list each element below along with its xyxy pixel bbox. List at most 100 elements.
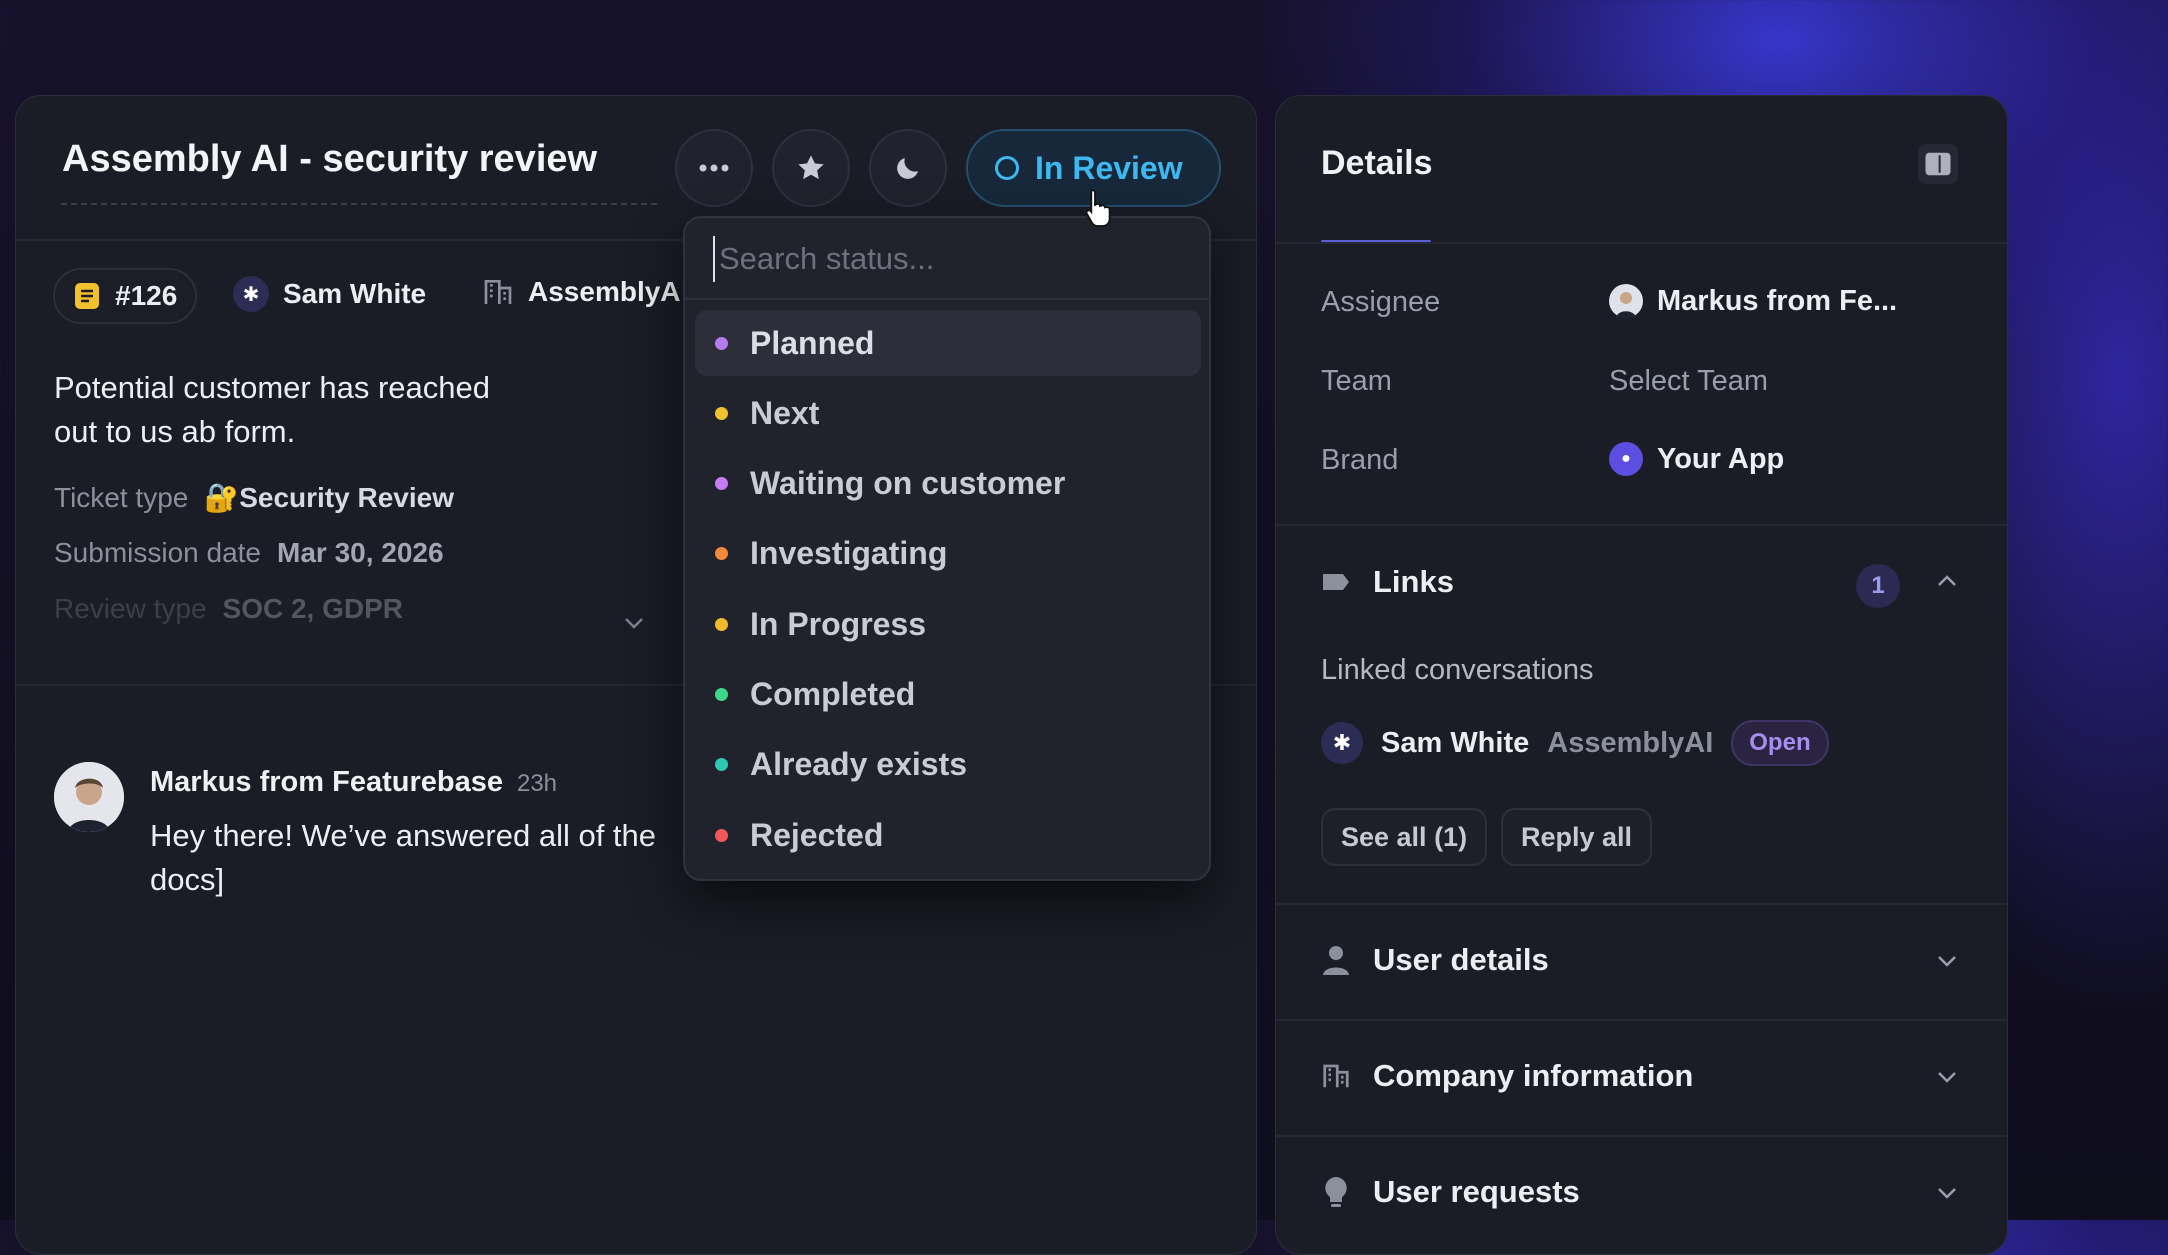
- team-select[interactable]: Select Team: [1609, 365, 1768, 398]
- status-option-rejected[interactable]: Rejected: [695, 802, 1201, 868]
- status-dot: [715, 828, 728, 842]
- favorite-button[interactable]: [772, 129, 850, 207]
- more-icon: [699, 164, 729, 172]
- chevron-down-icon: [1938, 1188, 1956, 1199]
- details-panel: Details Assignee Markus from Fe... Team …: [1275, 95, 2008, 1255]
- expand-fields-button[interactable]: [623, 616, 645, 635]
- expand-user-details-button[interactable]: [1936, 954, 1958, 973]
- snooze-button[interactable]: [869, 129, 947, 207]
- status-dot: [715, 476, 728, 490]
- comment-header: Markus from Featurebase 23h: [150, 766, 557, 799]
- avatar: [1609, 284, 1643, 318]
- assignee-value[interactable]: Markus from Fe...: [1609, 284, 1897, 318]
- brand-label: Brand: [1321, 444, 1399, 476]
- link-icon: [1323, 574, 1349, 590]
- status-option-label: In Progress: [750, 605, 927, 642]
- chevron-down-icon: [625, 618, 643, 629]
- ticket-id-chip[interactable]: #126: [53, 268, 198, 324]
- status-dot: [715, 336, 728, 350]
- ticket-type-row: Ticket type 🔐Security Review: [54, 481, 454, 514]
- assignee-label: Assignee: [1321, 286, 1441, 318]
- status-option-next[interactable]: Next: [695, 380, 1201, 446]
- ticket-description: Potential customer has reached out to us…: [54, 370, 490, 449]
- links-section-header[interactable]: Links: [1321, 564, 1454, 600]
- company-info-title: Company information: [1373, 1058, 1694, 1093]
- more-button[interactable]: [675, 129, 753, 207]
- links-count-badge: 1: [1856, 564, 1900, 608]
- company-info-section-header[interactable]: Company information: [1321, 1058, 1693, 1094]
- chevron-up-icon: [1938, 575, 1956, 586]
- sparkle-icon: ✱: [1321, 722, 1363, 764]
- see-all-button[interactable]: See all (1): [1321, 808, 1488, 866]
- field-value[interactable]: Mar 30, 2026: [277, 537, 444, 568]
- sparkle-icon: ✱: [233, 276, 269, 312]
- status-option-waiting[interactable]: Waiting on customer: [695, 450, 1201, 516]
- user-requests-section-header[interactable]: User requests: [1321, 1174, 1580, 1210]
- status-option-label: Rejected: [750, 816, 884, 853]
- moon-icon: [897, 158, 918, 179]
- status-search-input[interactable]: [713, 236, 1181, 282]
- ticket-company[interactable]: AssemblyA: [482, 276, 681, 308]
- status-option-already-exists[interactable]: Already exists: [695, 731, 1201, 797]
- chevron-down-icon: [1938, 1072, 1956, 1083]
- panel-toggle-button[interactable]: [1918, 144, 1958, 184]
- details-header-divider: [1276, 242, 2007, 244]
- user-details-title: User details: [1373, 942, 1549, 977]
- status-option-label: Waiting on customer: [750, 464, 1066, 501]
- status-search: [685, 218, 1209, 300]
- status-dot: [715, 546, 728, 560]
- status-option-label: Already exists: [750, 745, 968, 782]
- brand-name: Your App: [1657, 442, 1785, 475]
- user-details-section-header[interactable]: User details: [1321, 942, 1549, 978]
- status-dot: [715, 406, 728, 420]
- field-label: Ticket type: [54, 482, 189, 513]
- pointer-cursor-icon: [1085, 189, 1111, 227]
- comment-time: 23h: [516, 770, 558, 797]
- status-option-in-progress[interactable]: In Progress: [695, 591, 1201, 657]
- status-dot: [715, 757, 728, 771]
- ticket-company-name: AssemblyA: [528, 276, 681, 307]
- ticket-title[interactable]: Assembly AI - security review: [62, 138, 597, 181]
- status-option-label: Planned: [750, 324, 875, 361]
- comment-author[interactable]: Markus from Featurebase: [150, 766, 503, 799]
- details-divider: [1276, 524, 2007, 526]
- field-label: Review type: [54, 593, 207, 624]
- ticket-user[interactable]: ✱ Sam White: [233, 276, 426, 312]
- ticket-user-name: Sam White: [283, 278, 427, 309]
- details-title[interactable]: Details: [1321, 144, 1433, 183]
- field-value[interactable]: SOC 2, GDPR: [223, 593, 403, 624]
- review-type-row: Review type SOC 2, GDPR: [54, 593, 403, 625]
- ticket-icon: [75, 283, 99, 309]
- assignee-name: Markus from Fe...: [1657, 284, 1898, 317]
- links-divider: [1276, 903, 2007, 905]
- building-icon: [1323, 1064, 1349, 1088]
- status-option-label: Next: [750, 394, 820, 431]
- user-requests-title: User requests: [1373, 1174, 1580, 1209]
- status-option-investigating[interactable]: Investigating: [695, 520, 1201, 586]
- lightbulb-icon: [1325, 1177, 1347, 1207]
- status-option-label: Investigating: [750, 534, 948, 571]
- linked-conversations-label: Linked conversations: [1321, 654, 1594, 686]
- status-badge: Open: [1731, 720, 1829, 766]
- expand-company-info-button[interactable]: [1936, 1070, 1958, 1089]
- field-label: Submission date: [54, 537, 262, 568]
- status-dot: [715, 617, 728, 631]
- reply-all-button[interactable]: Reply all: [1501, 808, 1653, 866]
- linked-conversation-row[interactable]: ✱ Sam White AssemblyAI Open: [1321, 720, 1829, 766]
- ticket-id-label: #126: [115, 280, 178, 311]
- user-details-divider: [1276, 1019, 2007, 1021]
- panel-toggle-icon: [1925, 152, 1951, 176]
- expand-user-requests-button[interactable]: [1936, 1186, 1958, 1205]
- company-info-divider: [1276, 1135, 2007, 1137]
- field-value[interactable]: 🔐Security Review: [204, 482, 454, 513]
- status-option-planned[interactable]: Planned: [695, 310, 1201, 376]
- star-icon: [798, 155, 824, 180]
- collapse-links-button[interactable]: [1936, 574, 1958, 593]
- status-ring-icon: [995, 156, 1019, 180]
- team-label: Team: [1321, 365, 1392, 397]
- linked-company-name: AssemblyAI: [1547, 726, 1714, 759]
- brand-value[interactable]: ● Your App: [1609, 442, 1784, 476]
- brand-logo-icon: ●: [1609, 442, 1643, 476]
- status-option-completed[interactable]: Completed: [695, 661, 1201, 727]
- avatar[interactable]: [54, 762, 124, 832]
